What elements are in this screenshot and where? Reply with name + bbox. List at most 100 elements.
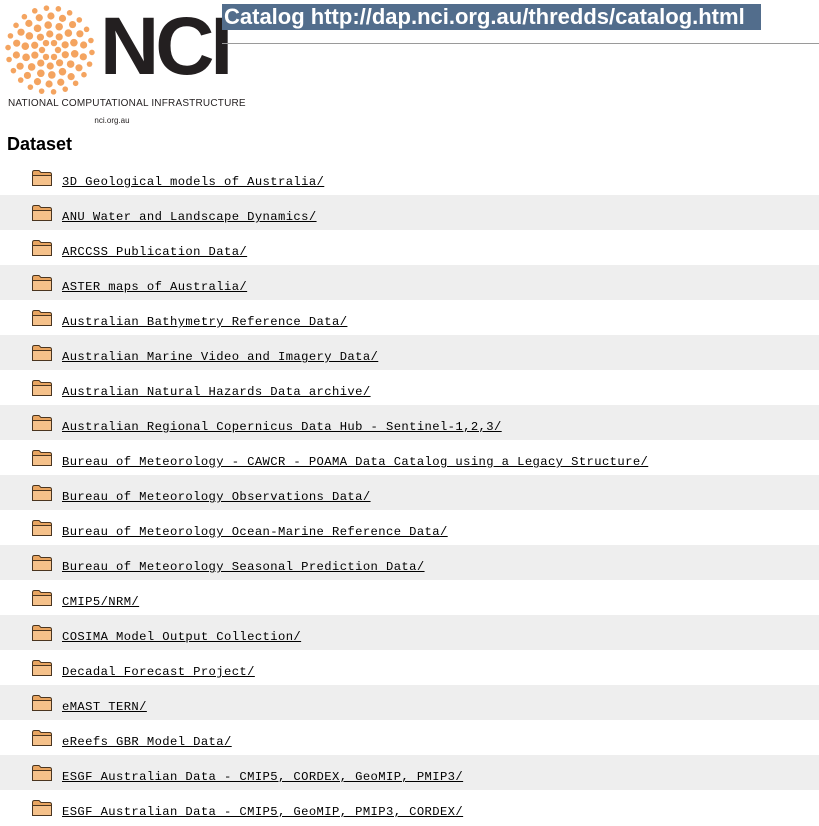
logo-dot <box>13 22 19 29</box>
folder-icon[interactable] <box>31 169 53 187</box>
logo-dot <box>72 80 79 87</box>
logo-dot <box>62 86 69 92</box>
logo-dot <box>37 69 45 78</box>
folder-icon[interactable] <box>31 764 53 782</box>
list-item: ESGF Australian Data - CMIP5, CORDEX, Ge… <box>0 755 819 790</box>
logo-dot <box>21 13 28 20</box>
folder-icon[interactable] <box>31 414 53 432</box>
logo-dot <box>44 21 52 29</box>
title-divider <box>222 43 819 44</box>
nci-wordmark: NCI <box>100 1 233 92</box>
dataset-link[interactable]: Decadal Forecast Project/ <box>62 665 255 679</box>
logo-dot <box>22 53 30 62</box>
dataset-link[interactable]: ESGF Australian Data - CMIP5, CORDEX, Ge… <box>62 770 463 784</box>
logo-dot <box>66 10 73 16</box>
logo-dot <box>57 78 65 86</box>
logo-dot <box>7 33 14 39</box>
folder-icon[interactable] <box>31 379 53 397</box>
list-item: Australian Regional Copernicus Data Hub … <box>0 405 819 440</box>
logo-dot <box>16 62 24 70</box>
logo-dot <box>58 14 67 22</box>
logo-dot <box>86 61 93 67</box>
dataset-link[interactable]: ESGF Australian Data - CMIP5, GeoMIP, PM… <box>62 805 463 819</box>
logo-dot <box>64 29 73 37</box>
dataset-link[interactable]: ANU Water and Landscape Dynamics/ <box>62 210 317 224</box>
logo-dot <box>43 5 50 11</box>
folder-icon[interactable] <box>31 309 53 327</box>
logo-dot <box>23 71 32 80</box>
logo-dot <box>10 67 17 74</box>
dataset-link[interactable]: Australian Marine Video and Imagery Data… <box>62 350 378 364</box>
logo-dot <box>47 12 55 20</box>
logo-dot <box>36 33 45 41</box>
folder-icon[interactable] <box>31 449 53 467</box>
folder-icon[interactable] <box>31 729 53 747</box>
logo-dot <box>76 30 84 38</box>
nci-logo[interactable]: NCI NATIONAL COMPUTATIONAL INFRASTRUCTUR… <box>4 4 246 126</box>
logo-dot <box>25 32 34 40</box>
list-item: eReefs GBR Model Data/ <box>0 720 819 755</box>
dataset-link[interactable]: COSIMA Model Output Collection/ <box>62 630 301 644</box>
folder-icon[interactable] <box>31 519 53 537</box>
dataset-link[interactable]: Bureau of Meteorology Ocean-Marine Refer… <box>62 525 448 539</box>
folder-icon[interactable] <box>31 799 53 817</box>
dataset-link[interactable]: eMAST TERN/ <box>62 700 147 714</box>
logo-dot <box>31 41 39 49</box>
logo-dot <box>80 41 88 49</box>
logo-dot <box>42 39 50 47</box>
folder-icon[interactable] <box>31 589 53 607</box>
folder-icon[interactable] <box>31 274 53 292</box>
logo-dot <box>55 33 63 41</box>
logo-dot <box>54 46 62 54</box>
folder-icon[interactable] <box>31 344 53 362</box>
logo-dot <box>31 51 39 59</box>
list-item: CMIP5/NRM/ <box>0 580 819 615</box>
logo-dot <box>50 39 58 47</box>
dataset-link[interactable]: Australian Bathymetry Reference Data/ <box>62 315 347 329</box>
list-item: eMAST TERN/ <box>0 685 819 720</box>
logo-dot <box>31 8 38 14</box>
logo-dot <box>21 42 30 51</box>
folder-icon[interactable] <box>31 204 53 222</box>
nci-subtitle: NATIONAL COMPUTATIONAL INFRASTRUCTURE <box>8 98 246 109</box>
list-item: Australian Bathymetry Reference Data/ <box>0 300 819 335</box>
logo-dot <box>38 46 46 54</box>
dataset-link[interactable]: Bureau of Meteorology Observations Data/ <box>62 490 371 504</box>
list-item: COSIMA Model Output Collection/ <box>0 615 819 650</box>
logo-dot <box>76 17 83 23</box>
logo-dot <box>83 26 90 33</box>
list-item: Australian Marine Video and Imagery Data… <box>0 335 819 370</box>
dataset-link[interactable]: Australian Natural Hazards Data archive/ <box>62 385 371 399</box>
dataset-heading: Dataset <box>7 134 73 154</box>
logo-dot <box>68 20 77 29</box>
list-item: Bureau of Meteorology Ocean-Marine Refer… <box>0 510 819 545</box>
dataset-link[interactable]: ARCCSS Publication Data/ <box>62 245 247 259</box>
list-item: Bureau of Meteorology Observations Data/ <box>0 475 819 510</box>
logo-dot <box>13 39 21 47</box>
folder-icon[interactable] <box>31 694 53 712</box>
logo-dot <box>27 63 36 71</box>
dataset-link[interactable]: Australian Regional Copernicus Data Hub … <box>62 420 502 434</box>
logo-dot <box>17 28 25 36</box>
logo-dot <box>79 53 87 61</box>
dataset-link[interactable]: 3D Geological models of Australia/ <box>62 175 324 189</box>
folder-icon[interactable] <box>31 484 53 502</box>
logo-dot <box>70 49 79 58</box>
nci-sunburst-logo-icon <box>5 5 95 95</box>
list-item: ASTER maps of Australia/ <box>0 265 819 300</box>
dataset-link[interactable]: Bureau of Meteorology - CAWCR - POAMA Da… <box>62 455 648 469</box>
folder-icon[interactable] <box>31 659 53 677</box>
folder-icon[interactable] <box>31 624 53 642</box>
folder-icon[interactable] <box>31 554 53 572</box>
logo-dot <box>88 37 94 44</box>
folder-icon[interactable] <box>31 239 53 257</box>
dataset-link[interactable]: ASTER maps of Australia/ <box>62 280 247 294</box>
logo-dot <box>5 44 11 51</box>
logo-dot <box>55 22 63 31</box>
dataset-link[interactable]: eReefs GBR Model Data/ <box>62 735 232 749</box>
list-item: ARCCSS Publication Data/ <box>0 230 819 265</box>
list-item: ESGF Australian Data - CMIP5, GeoMIP, PM… <box>0 790 819 825</box>
dataset-link[interactable]: CMIP5/NRM/ <box>62 595 139 609</box>
logo-dot <box>81 71 87 78</box>
dataset-link[interactable]: Bureau of Meteorology Seasonal Predictio… <box>62 560 425 574</box>
